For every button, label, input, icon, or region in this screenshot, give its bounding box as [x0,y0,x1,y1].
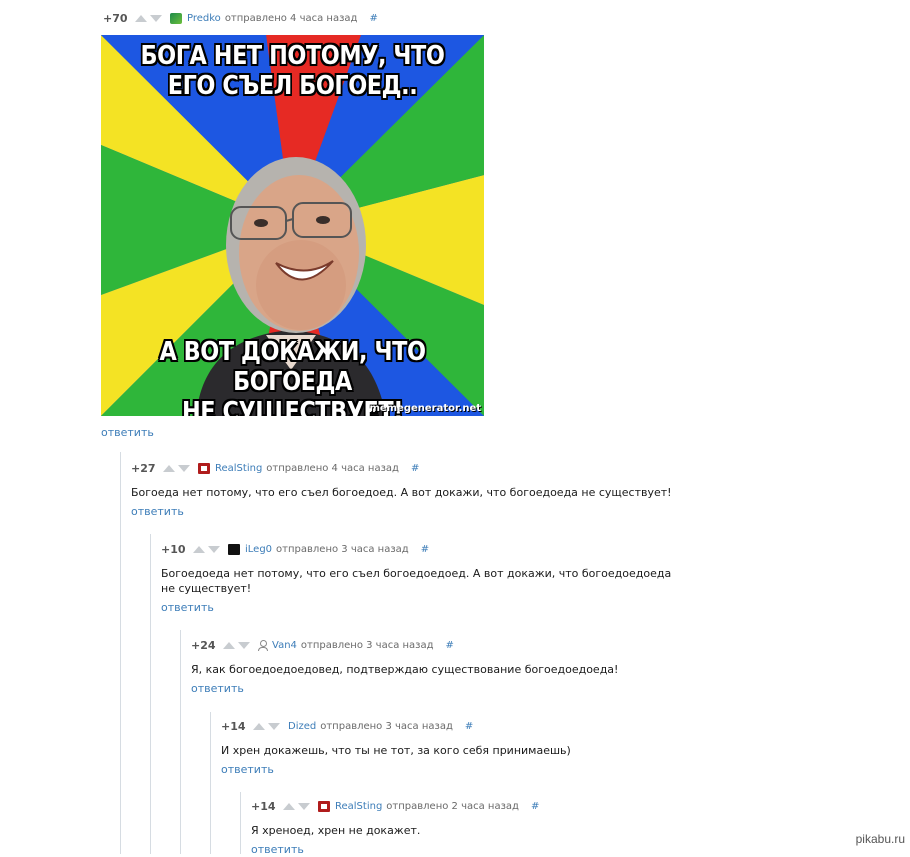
comment-time: отправлено 3 часа назад [320,720,453,732]
comment: +24 Van4 отправлено 3 часа назад # Я, ка… [191,636,711,696]
reply-link[interactable]: ответить [221,763,274,776]
comment-rating: +27 [131,461,156,475]
comment-author[interactable]: RealSting [335,801,382,812]
meme-caption-line: ЕГО СЪЕЛ БОГОЕД.. [167,71,418,101]
reply-link[interactable]: ответить [131,505,184,518]
reply-link[interactable]: ответить [161,601,214,614]
thread-line [150,534,151,854]
comment-rating: +14 [221,719,246,733]
comment-header: +10 iLeg0 отправлено 3 часа назад # [161,540,681,558]
downvote-icon[interactable] [298,802,310,810]
thread-line [120,452,121,854]
comment-author[interactable]: Predko [187,13,221,24]
permalink[interactable]: # [421,544,429,555]
comment-reply-link: ответить [101,421,154,440]
reply-link[interactable]: ответить [101,426,154,439]
reply-link[interactable]: ответить [191,682,244,695]
comment-header: +27 RealSting отправлено 4 часа назад # [131,459,691,477]
user-avatar-icon[interactable] [198,462,210,474]
comment: +70 Predko отправлено 4 часа назад # [103,9,378,27]
downvote-icon[interactable] [150,14,162,22]
comment-header: +14 RealSting отправлено 2 часа назад # [251,797,731,815]
permalink[interactable]: # [369,13,377,24]
meme-caption-line: А ВОТ ДОКАЖИ, ЧТО БОГОЕДА [159,337,426,397]
comment-time: отправлено 2 часа назад [386,800,519,812]
downvote-icon[interactable] [208,545,220,553]
comment: +14 RealSting отправлено 2 часа назад # … [251,797,731,857]
comment-rating: +24 [191,638,216,652]
comment-header: +14 Dized отправлено 3 часа назад # [221,717,721,735]
upvote-icon[interactable] [163,464,175,472]
meme-caption-top: БОГА НЕТ ПОТОМУ, ЧТО ЕГО СЪЕЛ БОГОЕД.. [128,41,457,101]
meme-watermark: memegenerator.net [369,403,481,414]
comment-time: отправлено 3 часа назад [276,543,409,555]
thread-line [210,712,211,854]
upvote-icon[interactable] [223,641,235,649]
default-user-icon[interactable] [258,639,268,651]
comment-text: Я хреноед, хрен не докажет. [251,824,421,837]
upvote-icon[interactable] [193,545,205,553]
comment-header: +24 Van4 отправлено 3 часа назад # [191,636,711,654]
user-avatar-icon[interactable] [318,800,330,812]
user-avatar-icon[interactable] [228,543,240,555]
comment-text: Я, как богоедоедоедовед, подтверждаю сущ… [191,663,619,676]
comment-author[interactable]: Van4 [272,640,297,651]
comment-rating: +10 [161,542,186,556]
downvote-icon[interactable] [178,464,190,472]
permalink[interactable]: # [531,801,539,812]
comment-time: отправлено 4 часа назад [266,462,399,474]
comment-author[interactable]: RealSting [215,463,262,474]
downvote-icon[interactable] [268,722,280,730]
comment-rating: +14 [251,799,276,813]
comment-text: Богоеда нет потому, что его съел богоедо… [131,486,672,499]
meme-image: БОГА НЕТ ПОТОМУ, ЧТО ЕГО СЪЕЛ БОГОЕД.. А… [101,35,484,416]
site-logo: pikabu.ru [855,832,905,846]
comment: +14 Dized отправлено 3 часа назад # И хр… [221,717,721,777]
permalink[interactable]: # [446,640,454,651]
downvote-icon[interactable] [238,641,250,649]
thread-line [240,792,241,854]
user-avatar-icon[interactable] [170,12,182,24]
comment-text: И хрен докажешь, что ты не тот, за кого … [221,744,571,757]
comment-rating: +70 [103,11,128,25]
reply-link[interactable]: ответить [251,843,304,856]
upvote-icon[interactable] [283,802,295,810]
comment-header: +70 Predko отправлено 4 часа назад # [103,9,378,27]
upvote-icon[interactable] [135,14,147,22]
comment-time: отправлено 3 часа назад [300,639,434,651]
comment-time: отправлено 4 часа назад [224,12,358,24]
comment: +10 iLeg0 отправлено 3 часа назад # Бого… [161,540,681,615]
comment: +27 RealSting отправлено 4 часа назад # … [131,459,691,519]
thread-line [180,630,181,854]
upvote-icon[interactable] [253,722,265,730]
comment-text: Богоедоеда нет потому, что его съел бого… [161,567,672,595]
comment-author[interactable]: Dized [288,721,316,732]
comment-author[interactable]: iLeg0 [245,544,272,555]
permalink[interactable]: # [465,721,473,732]
permalink[interactable]: # [411,463,419,474]
meme-caption-line: БОГА НЕТ ПОТОМУ, ЧТО [140,41,445,71]
